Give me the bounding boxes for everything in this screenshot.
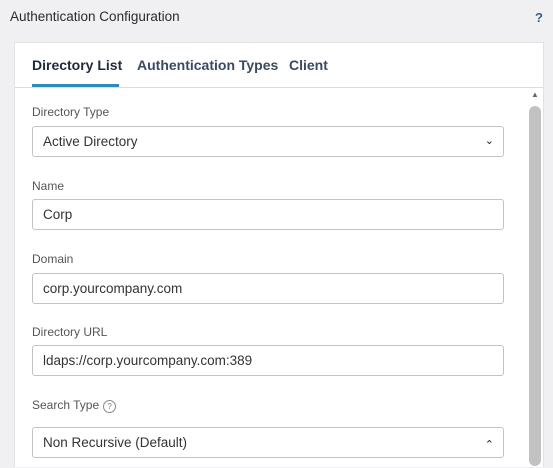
directory-url-input[interactable]: ldaps://corp.yourcompany.com:389	[32, 345, 504, 376]
chevron-up-icon: ⌃	[484, 439, 494, 451]
tab-client[interactable]: Client	[289, 57, 328, 73]
scroll-thumb[interactable]	[529, 106, 541, 466]
search-type-label-text: Search Type	[32, 398, 100, 412]
tab-authentication-types[interactable]: Authentication Types	[137, 57, 278, 73]
page-header: Authentication Configuration ?	[0, 0, 553, 36]
name-label: Name	[32, 179, 65, 193]
domain-value: corp.yourcompany.com	[43, 281, 183, 296]
info-icon[interactable]: ?	[103, 400, 117, 413]
scroll-up-icon[interactable]: ▲	[531, 90, 539, 99]
directory-url-value: ldaps://corp.yourcompany.com:389	[43, 353, 253, 368]
name-input[interactable]: Corp	[32, 199, 504, 230]
directory-type-value: Active Directory	[43, 134, 138, 149]
directory-type-select[interactable]: Active Directory ⌄	[32, 126, 504, 157]
name-value: Corp	[43, 207, 73, 222]
tab-bar: Directory List Authentication Types Clie…	[15, 43, 543, 88]
help-icon[interactable]: ?	[535, 10, 543, 25]
active-tab-indicator	[32, 84, 119, 87]
directory-form: Directory Type Active Directory ⌄ Name C…	[15, 88, 527, 468]
domain-input[interactable]: corp.yourcompany.com	[32, 273, 504, 304]
page-title: Authentication Configuration	[10, 9, 180, 24]
search-type-value: Non Recursive (Default)	[43, 435, 188, 450]
domain-label: Domain	[32, 252, 74, 266]
config-card: Directory List Authentication Types Clie…	[14, 42, 544, 467]
directory-type-label: Directory Type	[32, 105, 110, 119]
search-type-select[interactable]: Non Recursive (Default) ⌃	[32, 427, 504, 458]
tab-directory-list[interactable]: Directory List	[32, 57, 122, 73]
form-scrollbar[interactable]: ▲	[527, 88, 543, 468]
directory-url-label: Directory URL	[32, 325, 108, 339]
chevron-down-icon: ⌄	[484, 135, 494, 147]
search-type-label: Search Type?	[32, 398, 117, 413]
